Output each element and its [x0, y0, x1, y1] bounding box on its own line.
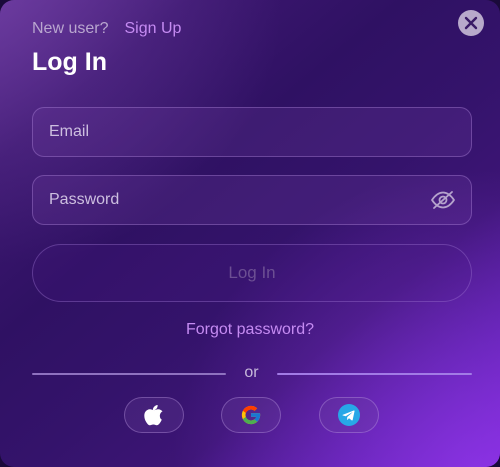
- telegram-login-button[interactable]: [319, 397, 379, 433]
- password-field[interactable]: [33, 176, 471, 224]
- new-user-text: New user?: [32, 20, 109, 37]
- close-button[interactable]: [458, 10, 484, 36]
- password-field-container: [32, 175, 472, 225]
- forgot-password-link[interactable]: Forgot password?: [0, 321, 500, 339]
- email-field[interactable]: [33, 108, 471, 156]
- divider-line-right: [277, 373, 472, 375]
- login-modal: New user? Sign Up Log In Log In Forgot p…: [0, 0, 500, 467]
- google-icon: [241, 405, 261, 425]
- divider-line-left: [32, 373, 226, 375]
- toggle-password-visibility-button[interactable]: [429, 189, 457, 211]
- login-button[interactable]: Log In: [32, 244, 472, 302]
- signup-link[interactable]: Sign Up: [124, 20, 181, 38]
- apple-login-button[interactable]: [124, 397, 184, 433]
- signup-prompt: New user? Sign Up: [32, 18, 181, 40]
- google-login-button[interactable]: [221, 397, 281, 433]
- page-title: Log In: [32, 48, 107, 76]
- eye-off-icon: [431, 191, 455, 209]
- email-field-container: [32, 107, 472, 157]
- telegram-icon: [338, 404, 360, 426]
- divider-or-text: or: [244, 364, 259, 381]
- apple-icon: [144, 405, 163, 426]
- close-icon: [464, 16, 478, 30]
